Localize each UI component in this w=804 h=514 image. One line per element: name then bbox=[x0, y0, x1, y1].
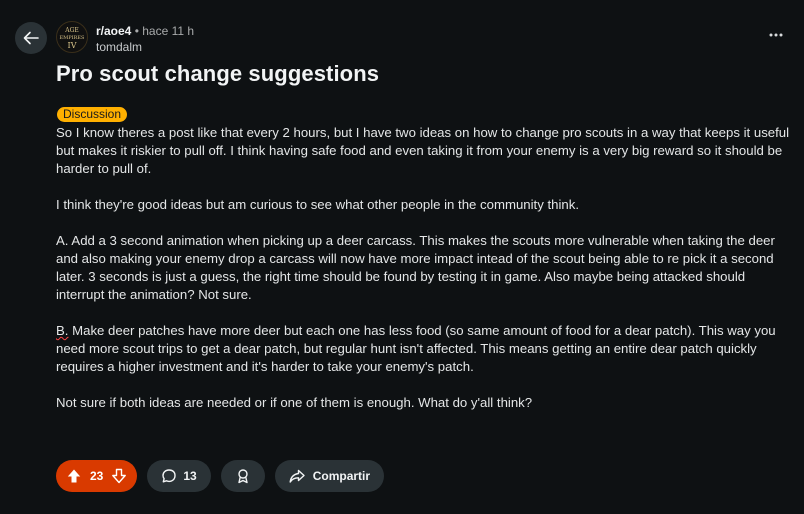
share-arrow-icon bbox=[289, 468, 305, 484]
age-empires-logo: AGE EMPIRES IV bbox=[60, 27, 86, 50]
paragraph-4-prefix: B. bbox=[56, 323, 69, 338]
speech-bubble-icon bbox=[161, 468, 177, 484]
post-title: Pro scout change suggestions bbox=[56, 61, 380, 86]
paragraph-3: A. Add a 3 second animation when picking… bbox=[56, 233, 775, 302]
paragraph-4: B. Make deer patches have more deer but … bbox=[56, 322, 790, 376]
arrow-left-icon bbox=[22, 29, 40, 47]
arrow-up-icon bbox=[67, 469, 81, 483]
paragraph-5: Not sure if both ideas are needed or if … bbox=[56, 395, 533, 410]
share-label: Compartir bbox=[312, 469, 371, 483]
vote-control: 23 bbox=[56, 460, 138, 492]
subreddit-avatar[interactable]: AGE EMPIRES IV bbox=[56, 21, 88, 53]
author-link[interactable]: tomdalm bbox=[96, 39, 194, 55]
back-button[interactable] bbox=[15, 22, 47, 54]
paragraph-1: So I know theres a post like that every … bbox=[56, 125, 790, 176]
downvote-button[interactable] bbox=[111, 468, 127, 484]
arrow-down-icon bbox=[112, 468, 127, 484]
meta-separator: • bbox=[134, 24, 139, 38]
ellipsis-icon bbox=[768, 32, 784, 38]
subreddit-link[interactable]: r/aoe4 bbox=[96, 24, 131, 38]
post-flair[interactable]: Discussion bbox=[57, 107, 128, 122]
post-actions: 23 13 Compartir bbox=[56, 460, 385, 492]
award-button[interactable] bbox=[220, 460, 265, 492]
post-time: hace 11 h bbox=[142, 24, 195, 38]
comments-button[interactable]: 13 bbox=[147, 460, 211, 492]
share-button[interactable]: Compartir bbox=[274, 460, 385, 492]
paragraph-2: I think they're good ideas but am curiou… bbox=[56, 197, 579, 212]
comment-count: 13 bbox=[183, 469, 197, 483]
post-body: So I know theres a post like that every … bbox=[56, 124, 790, 430]
post-meta: r/aoe4 • hace 11 h tomdalm bbox=[96, 23, 194, 55]
paragraph-4-text: Make deer patches have more deer but eac… bbox=[56, 323, 776, 374]
svg-text:IV: IV bbox=[68, 41, 77, 50]
vote-count: 23 bbox=[90, 469, 104, 483]
award-icon bbox=[235, 468, 251, 484]
svg-text:AGE: AGE bbox=[64, 27, 79, 34]
more-options-button[interactable] bbox=[768, 32, 784, 38]
upvote-button[interactable] bbox=[66, 468, 82, 484]
